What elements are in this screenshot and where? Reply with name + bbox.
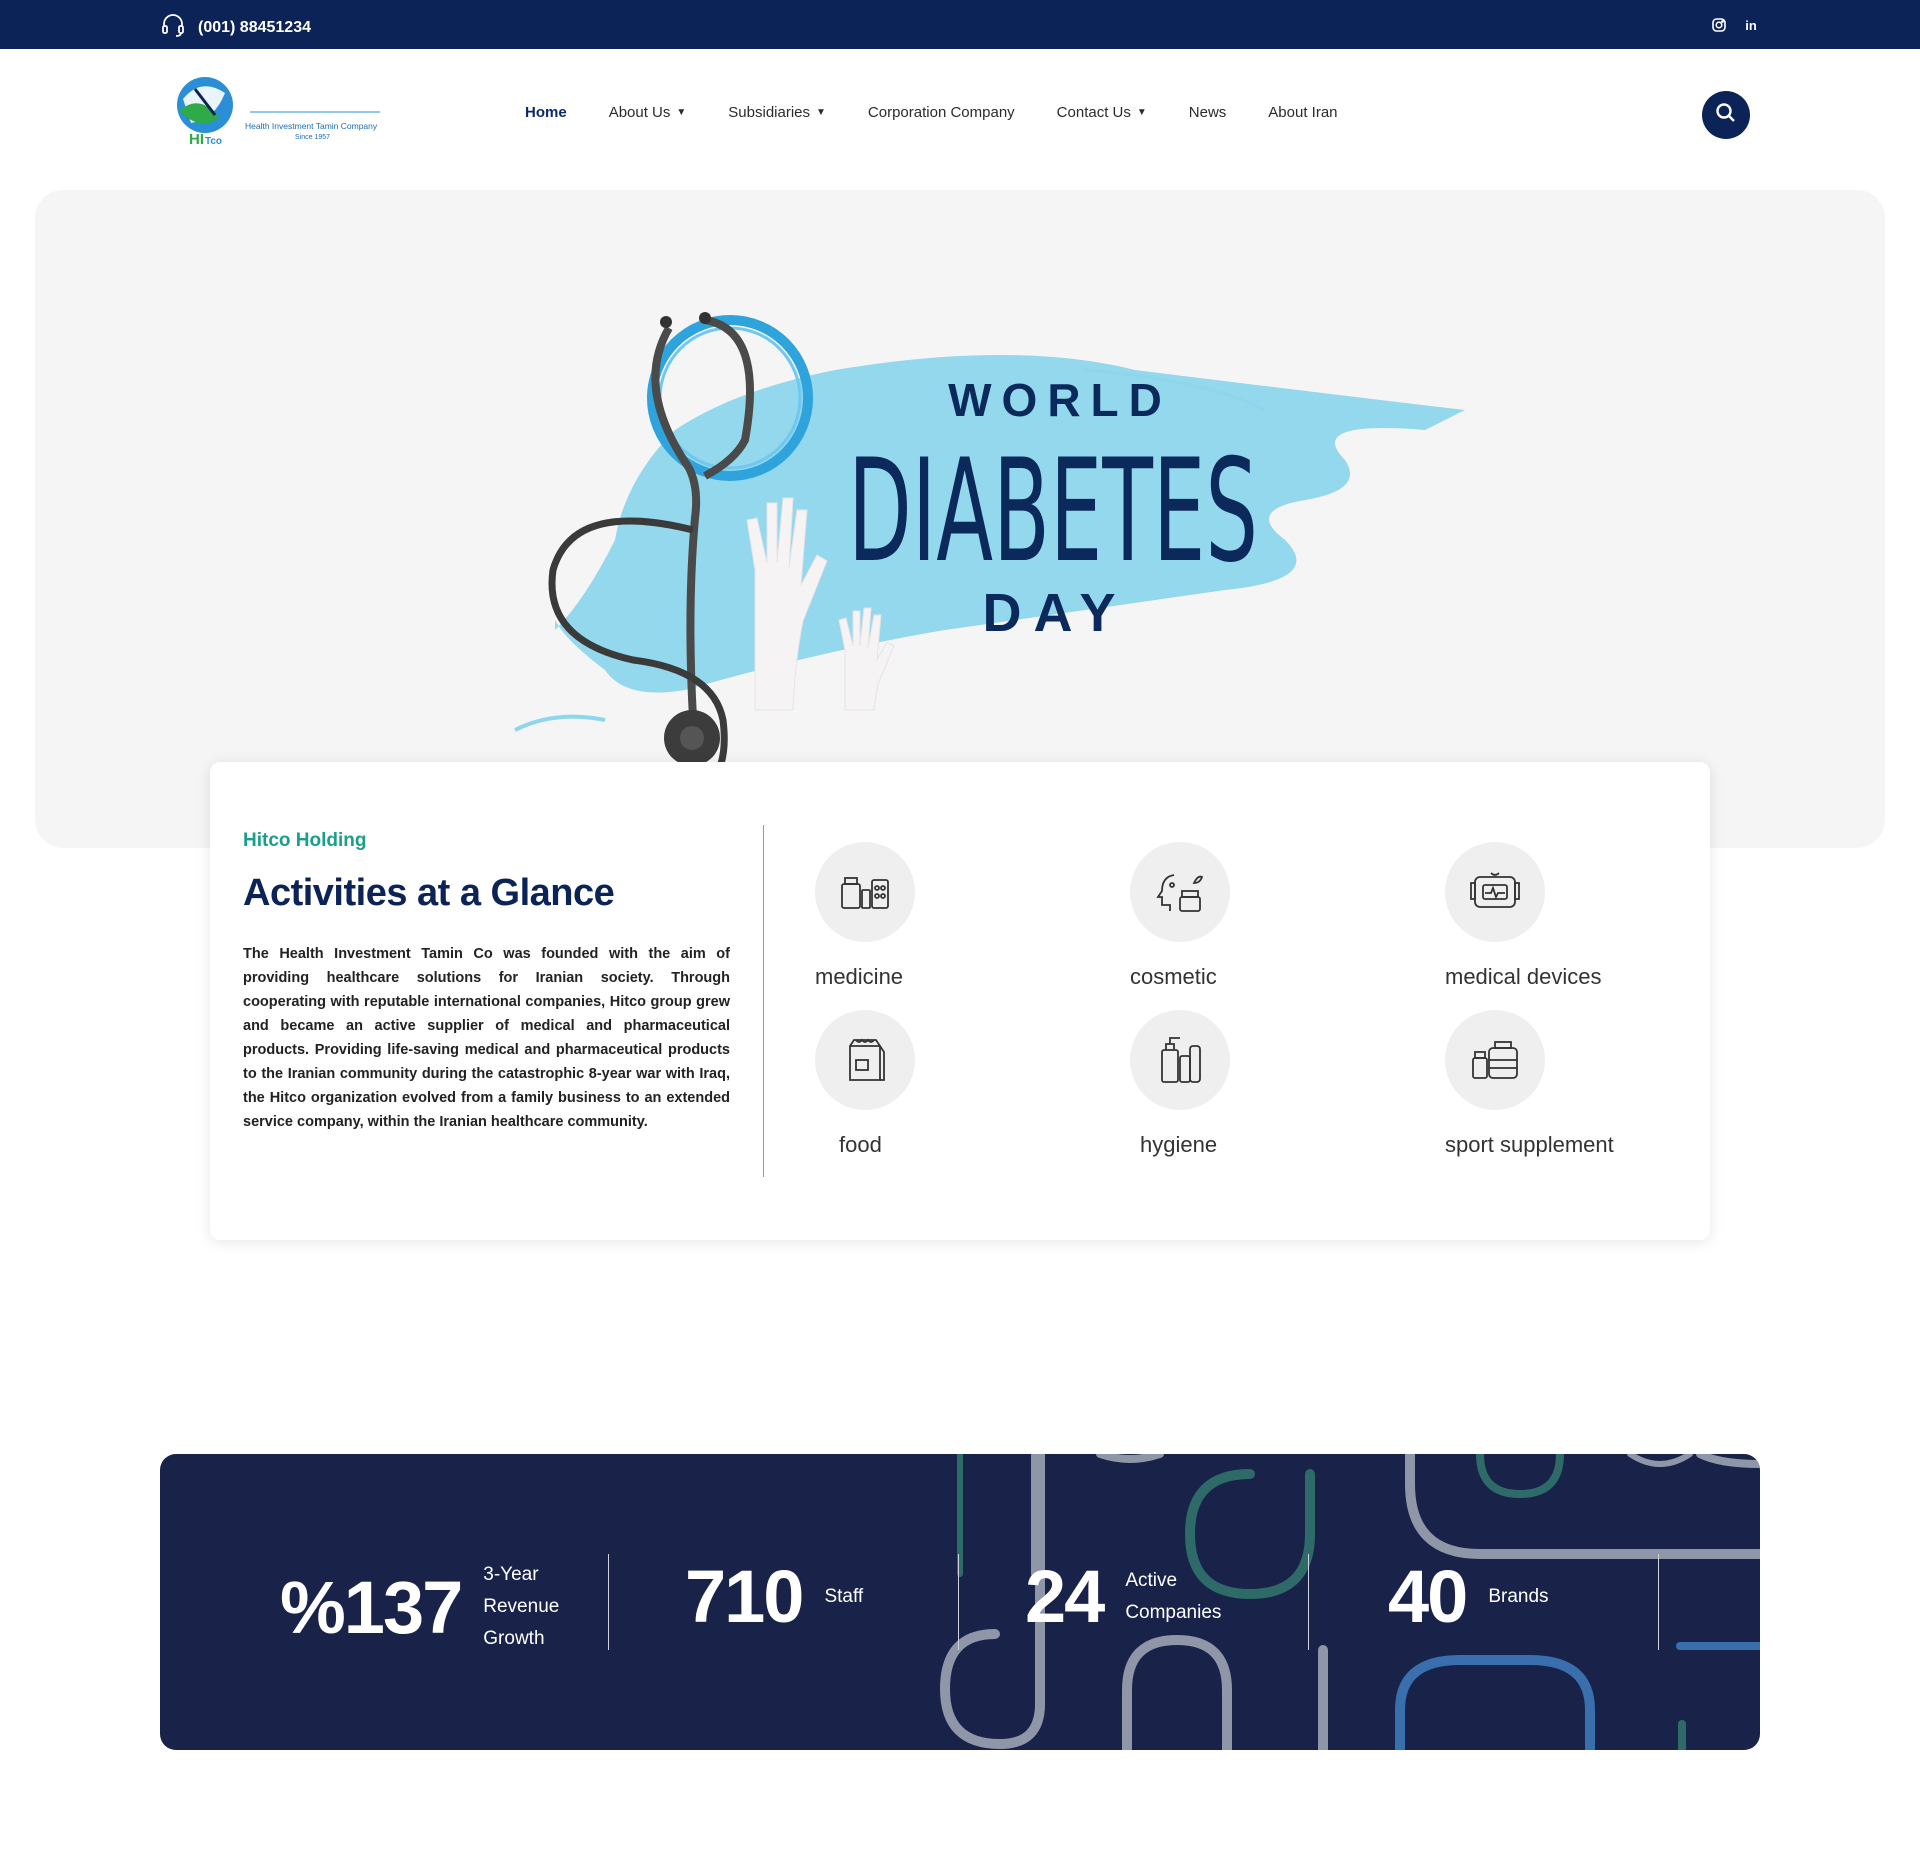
svg-text:Tco: Tco xyxy=(205,136,222,147)
stat-staff: 710 Staff xyxy=(685,1554,863,1639)
stat-divider xyxy=(608,1554,609,1650)
stat-label: Staff xyxy=(824,1585,864,1607)
stat-label: 3-Year Revenue Growth xyxy=(483,1564,560,1649)
stat-divider xyxy=(1658,1554,1659,1650)
social-links: in xyxy=(1710,16,1760,34)
svg-text:HI: HI xyxy=(189,131,204,148)
instagram-icon[interactable] xyxy=(1710,16,1728,34)
chevron-down-icon: ▼ xyxy=(816,107,826,118)
logo-since: Since 1957 xyxy=(295,134,330,141)
chevron-down-icon: ▼ xyxy=(676,107,687,118)
phone-contact[interactable]: (001) 88451234 xyxy=(160,12,311,43)
hero-line-world: WORLD xyxy=(948,374,1172,426)
stat-value: 710 xyxy=(685,1555,804,1638)
nav-about-us[interactable]: About Us ▼ xyxy=(609,104,687,121)
stat-value: %137 xyxy=(280,1565,463,1649)
stat-value: 40 xyxy=(1388,1555,1468,1638)
stat-revenue-growth: %137 3-Year Revenue Growth xyxy=(280,1559,573,1655)
nav-subsidiaries[interactable]: Subsidiaries ▼ xyxy=(728,104,826,121)
stats-banner: %137 3-Year Revenue Growth 710 Staff 24 … xyxy=(160,1454,1760,1750)
nav-contact-us[interactable]: Contact Us ▼ xyxy=(1057,104,1147,121)
nav-corporation-company[interactable]: Corporation Company xyxy=(868,104,1015,121)
world-diabetes-day-illustration: WORLD DIABETES DAY xyxy=(514,312,1465,783)
food-icon xyxy=(815,1010,915,1110)
search-button[interactable] xyxy=(1702,91,1750,139)
logo-caption: Health Investment Tamin Company xyxy=(245,121,378,131)
stat-divider xyxy=(958,1554,959,1650)
nav-home[interactable]: Home xyxy=(525,104,567,121)
company-logo[interactable]: HI Tco Health Investment Tamin Company S… xyxy=(165,69,395,159)
activity-sport-supplement[interactable]: sport supplement xyxy=(1445,1010,1705,1158)
hero-line-diabetes: DIABETES xyxy=(848,429,1258,594)
chevron-down-icon: ▼ xyxy=(1136,107,1147,118)
sport-supplement-icon xyxy=(1445,1010,1545,1110)
stat-value: 24 xyxy=(1025,1555,1105,1638)
activity-hygiene[interactable]: hygiene xyxy=(1130,1010,1390,1158)
stat-active-companies: 24 Active Companies xyxy=(1025,1554,1235,1639)
main-nav: Home About Us ▼ Subsidiaries ▼ Corporation… xyxy=(525,104,1338,121)
stat-label: Active Companies xyxy=(1125,1569,1222,1623)
section-description: The Health Investment Tamin Co was found… xyxy=(243,946,730,1130)
activity-food[interactable]: food xyxy=(815,1010,1075,1158)
medicine-icon xyxy=(815,842,915,942)
activities-card: Hitco Holding Activities at a Glance The… xyxy=(210,762,1710,1240)
stat-brands: 40 Brands xyxy=(1388,1554,1549,1639)
activity-medicine[interactable]: medicine xyxy=(815,842,1075,990)
search-icon xyxy=(1715,102,1737,129)
nav-news[interactable]: News xyxy=(1189,104,1227,121)
nav-about-iran[interactable]: About Iran xyxy=(1268,104,1337,121)
top-bar: (001) 88451234 in xyxy=(0,0,1920,49)
hygiene-icon xyxy=(1130,1010,1230,1110)
site-header: HI Tco Health Investment Tamin Company S… xyxy=(0,49,1920,179)
hero-line-day: DAY xyxy=(982,583,1127,643)
activity-medical-devices[interactable]: medical devices xyxy=(1445,842,1705,990)
activity-cosmetic[interactable]: cosmetic xyxy=(1130,842,1390,990)
stat-label: Brands xyxy=(1488,1585,1549,1607)
hero-banner: WORLD DIABETES DAY xyxy=(35,190,1885,848)
section-title: Activities at a Glance xyxy=(243,872,615,914)
phone-number: (001) 88451234 xyxy=(198,18,311,36)
cosmetic-icon xyxy=(1130,842,1230,942)
section-eyebrow: Hitco Holding xyxy=(243,830,367,851)
vertical-divider xyxy=(763,825,764,1177)
medical-devices-icon xyxy=(1445,842,1545,942)
headset-icon xyxy=(160,12,186,43)
stat-divider xyxy=(1308,1554,1309,1650)
linkedin-icon[interactable]: in xyxy=(1742,16,1760,34)
